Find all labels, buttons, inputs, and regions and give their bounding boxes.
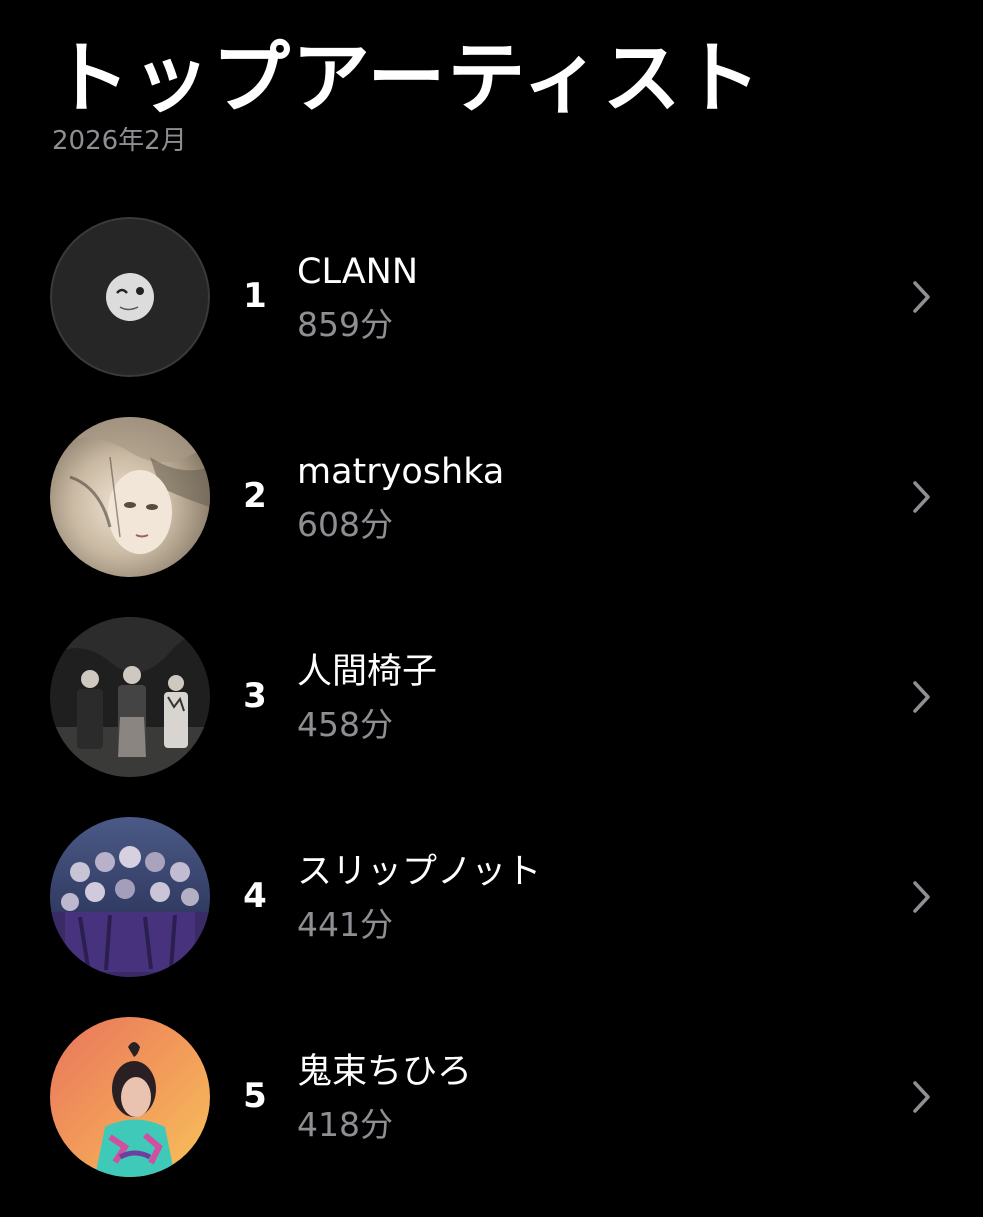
rank-number: 2	[243, 476, 267, 516]
page-title: トップアーティスト	[52, 34, 763, 124]
chevron-right-icon	[913, 881, 930, 913]
matryoshka-avatar	[50, 417, 210, 577]
rank-number: 4	[243, 876, 267, 916]
artist-name: スリップノット	[297, 852, 542, 892]
chevron-right-icon	[913, 1081, 930, 1113]
artist-name: matryoshka	[297, 452, 505, 492]
artist-name: CLANN	[297, 252, 419, 292]
artist-name: 人間椅子	[297, 652, 438, 692]
artist-row-5[interactable]: 5 鬼束ちひろ 418分	[0, 1017, 983, 1217]
chevron-right-icon	[913, 481, 930, 513]
artist-minutes: 418分	[297, 1105, 393, 1144]
rank-number: 3	[243, 676, 267, 716]
ningen-isu-avatar	[50, 617, 210, 777]
artist-row-1[interactable]: 1 CLANN 859分	[0, 217, 983, 417]
artist-row-2[interactable]: 2 matryoshka 608分	[0, 417, 983, 617]
page-subtitle: 2026年2月	[52, 126, 187, 156]
artist-minutes: 458分	[297, 705, 393, 744]
artist-minutes: 441分	[297, 905, 393, 944]
artist-name: 鬼束ちひろ	[297, 1052, 473, 1092]
chevron-right-icon	[913, 281, 930, 313]
slipknot-avatar	[50, 817, 210, 977]
artist-minutes: 859分	[297, 305, 393, 344]
chevron-right-icon	[913, 681, 930, 713]
onitsuka-chihiro-avatar	[50, 1017, 210, 1177]
rank-number: 5	[243, 1076, 267, 1116]
header: トップアーティスト 2026年2月	[52, 40, 763, 154]
artist-row-4[interactable]: 4 スリップノット 441分	[0, 817, 983, 1017]
artist-minutes: 608分	[297, 505, 393, 544]
clann-avatar	[50, 217, 210, 377]
artist-row-3[interactable]: 3 人間椅子 458分	[0, 617, 983, 817]
artist-list: 1 CLANN 859分 2 matryoshka 608分 3 人間椅子 45…	[0, 217, 983, 1217]
rank-number: 1	[243, 276, 267, 316]
